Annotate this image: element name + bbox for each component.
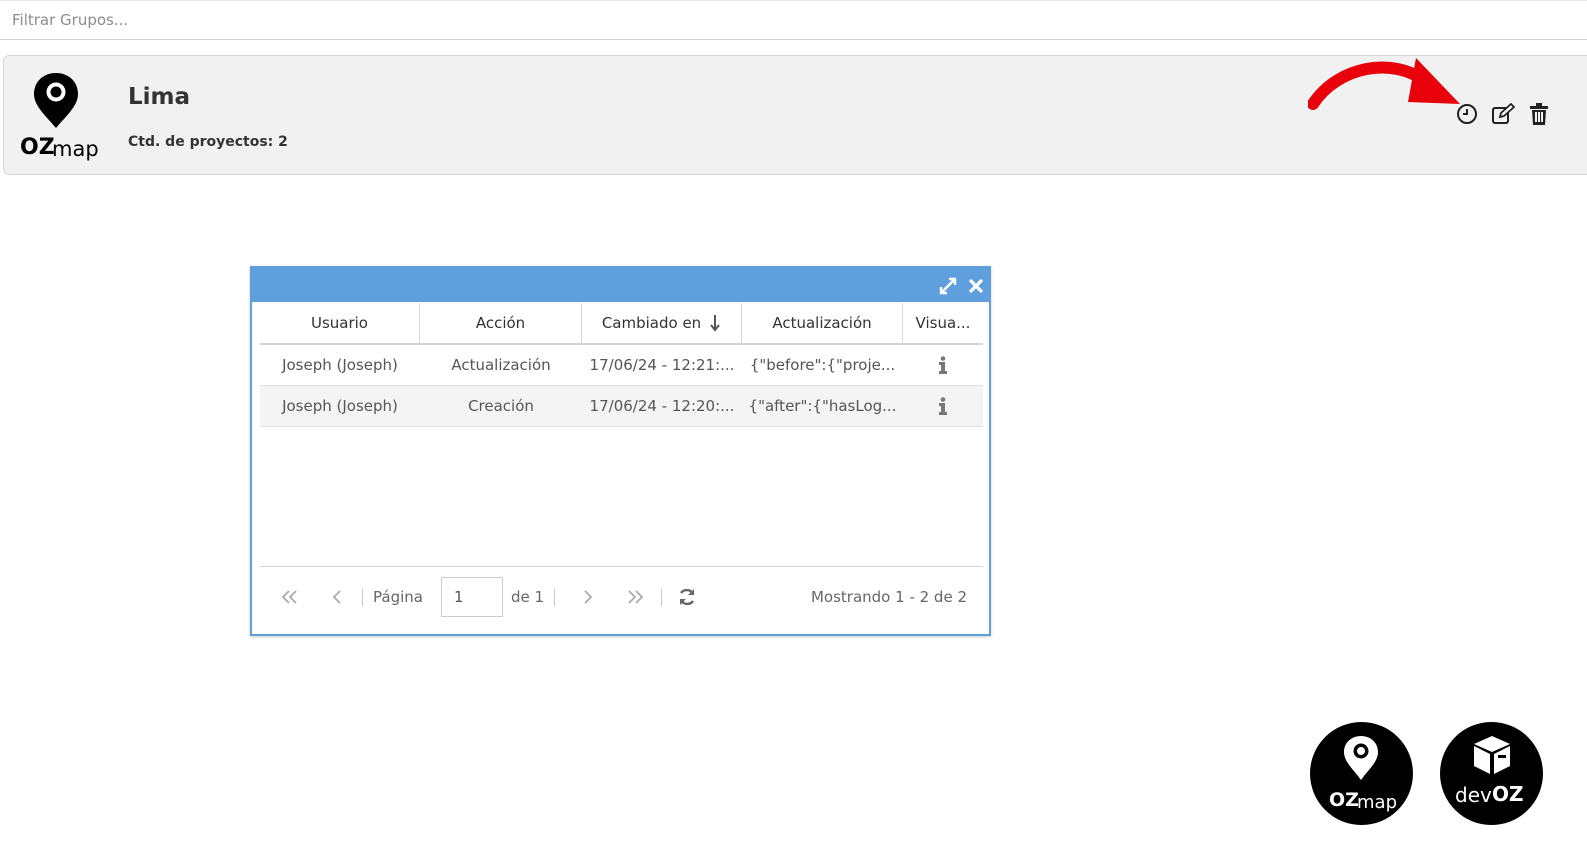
table-row[interactable]: Joseph (Joseph) Actualización 17/06/24 -…: [260, 345, 983, 386]
refresh-icon[interactable]: [672, 582, 702, 612]
ozmap-logo: OZ map: [18, 70, 104, 162]
pager-info: Mostrando 1 - 2 de 2: [810, 587, 967, 606]
first-page-icon[interactable]: [274, 582, 304, 612]
svg-text:OZ: OZ: [1329, 789, 1359, 811]
svg-text:map: map: [1357, 792, 1397, 813]
page-number-input[interactable]: [440, 576, 503, 617]
info-icon[interactable]: [903, 386, 983, 426]
cell-fecha: 17/06/24 - 12:20:...: [589, 397, 735, 415]
column-header-cambiado-en[interactable]: Cambiado en: [582, 303, 742, 343]
maximize-icon[interactable]: [938, 276, 958, 296]
svg-text:OZ: OZ: [20, 135, 55, 160]
ozmap-badge[interactable]: OZ map: [1310, 722, 1413, 825]
history-dialog: Usuario Acción Cambiado en Actualización…: [250, 266, 991, 636]
trash-icon[interactable]: [1527, 102, 1551, 126]
box-icon: [1474, 736, 1510, 774]
info-icon[interactable]: [903, 345, 983, 385]
table-row[interactable]: Joseph (Joseph) Creación 17/06/24 - 12:2…: [260, 386, 983, 427]
devoz-badge[interactable]: dev OZ: [1440, 722, 1543, 825]
next-page-icon[interactable]: [573, 582, 603, 612]
cell-usuario: Joseph (Joseph): [282, 397, 398, 415]
close-icon[interactable]: [966, 276, 986, 296]
pager-separator: [554, 587, 556, 606]
column-header-actualizacion[interactable]: Actualización: [742, 303, 903, 343]
cell-accion: Creación: [468, 397, 534, 415]
group-actions: [1455, 102, 1551, 126]
column-header-visualizar[interactable]: Visua...: [903, 303, 983, 343]
cell-actualizacion: {"before":{"proje...: [749, 356, 896, 374]
dialog-header: [252, 268, 989, 302]
column-header-accion[interactable]: Acción: [420, 303, 582, 343]
page-total-label: de 1: [510, 587, 545, 606]
filter-bar: [0, 0, 1587, 40]
red-arrow-annotation: [1308, 58, 1460, 110]
sort-desc-icon: [709, 314, 721, 332]
pager-separator: [362, 587, 363, 606]
cell-usuario: Joseph (Joseph): [282, 356, 398, 374]
group-title: Lima: [128, 84, 191, 110]
grid-header: Usuario Acción Cambiado en Actualización…: [260, 303, 983, 345]
prev-page-icon[interactable]: [322, 582, 352, 612]
edit-icon[interactable]: [1491, 102, 1515, 126]
svg-text:OZ: OZ: [1492, 782, 1524, 806]
column-header-usuario[interactable]: Usuario: [260, 303, 420, 343]
last-page-icon[interactable]: [621, 582, 651, 612]
history-grid: Usuario Acción Cambiado en Actualización…: [260, 303, 983, 427]
cell-accion: Actualización: [451, 356, 551, 374]
cell-fecha: 17/06/24 - 12:21:...: [589, 356, 735, 374]
page-label: Página: [373, 587, 423, 606]
pager-separator: [661, 587, 663, 606]
svg-text:dev: dev: [1455, 783, 1492, 807]
svg-text:map: map: [52, 137, 99, 161]
project-count: Ctd. de proyectos: 2: [128, 134, 288, 150]
pager: Página de 1 Mostrando 1 - 2 de 2: [260, 566, 983, 626]
filter-groups-input[interactable]: [0, 1, 1587, 39]
cell-actualizacion: {"after":{"hasLog...: [748, 397, 897, 415]
